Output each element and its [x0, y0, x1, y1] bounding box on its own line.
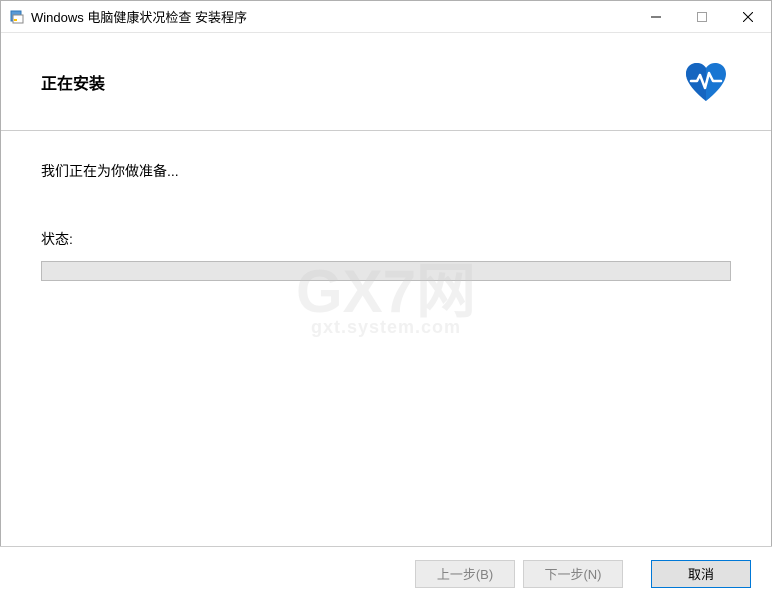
- preparing-message: 我们正在为你做准备...: [41, 161, 731, 181]
- heart-pulse-icon: [681, 61, 731, 103]
- content-area: 我们正在为你做准备... 状态:: [1, 131, 771, 311]
- maximize-button: [679, 1, 725, 32]
- next-button: 下一步(N): [523, 560, 623, 588]
- footer-area: 上一步(B) 下一步(N) 取消: [0, 546, 772, 600]
- progress-bar: [41, 261, 731, 281]
- titlebar: Windows 电脑健康状况检查 安装程序: [1, 1, 771, 33]
- installer-icon: [9, 9, 25, 25]
- page-title: 正在安装: [41, 70, 105, 94]
- header-area: 正在安装: [1, 33, 771, 131]
- cancel-button[interactable]: 取消: [651, 560, 751, 588]
- window-controls: [633, 1, 771, 32]
- close-button[interactable]: [725, 1, 771, 32]
- back-button: 上一步(B): [415, 560, 515, 588]
- status-label: 状态:: [41, 229, 731, 249]
- window-title: Windows 电脑健康状况检查 安装程序: [31, 7, 633, 26]
- minimize-button[interactable]: [633, 1, 679, 32]
